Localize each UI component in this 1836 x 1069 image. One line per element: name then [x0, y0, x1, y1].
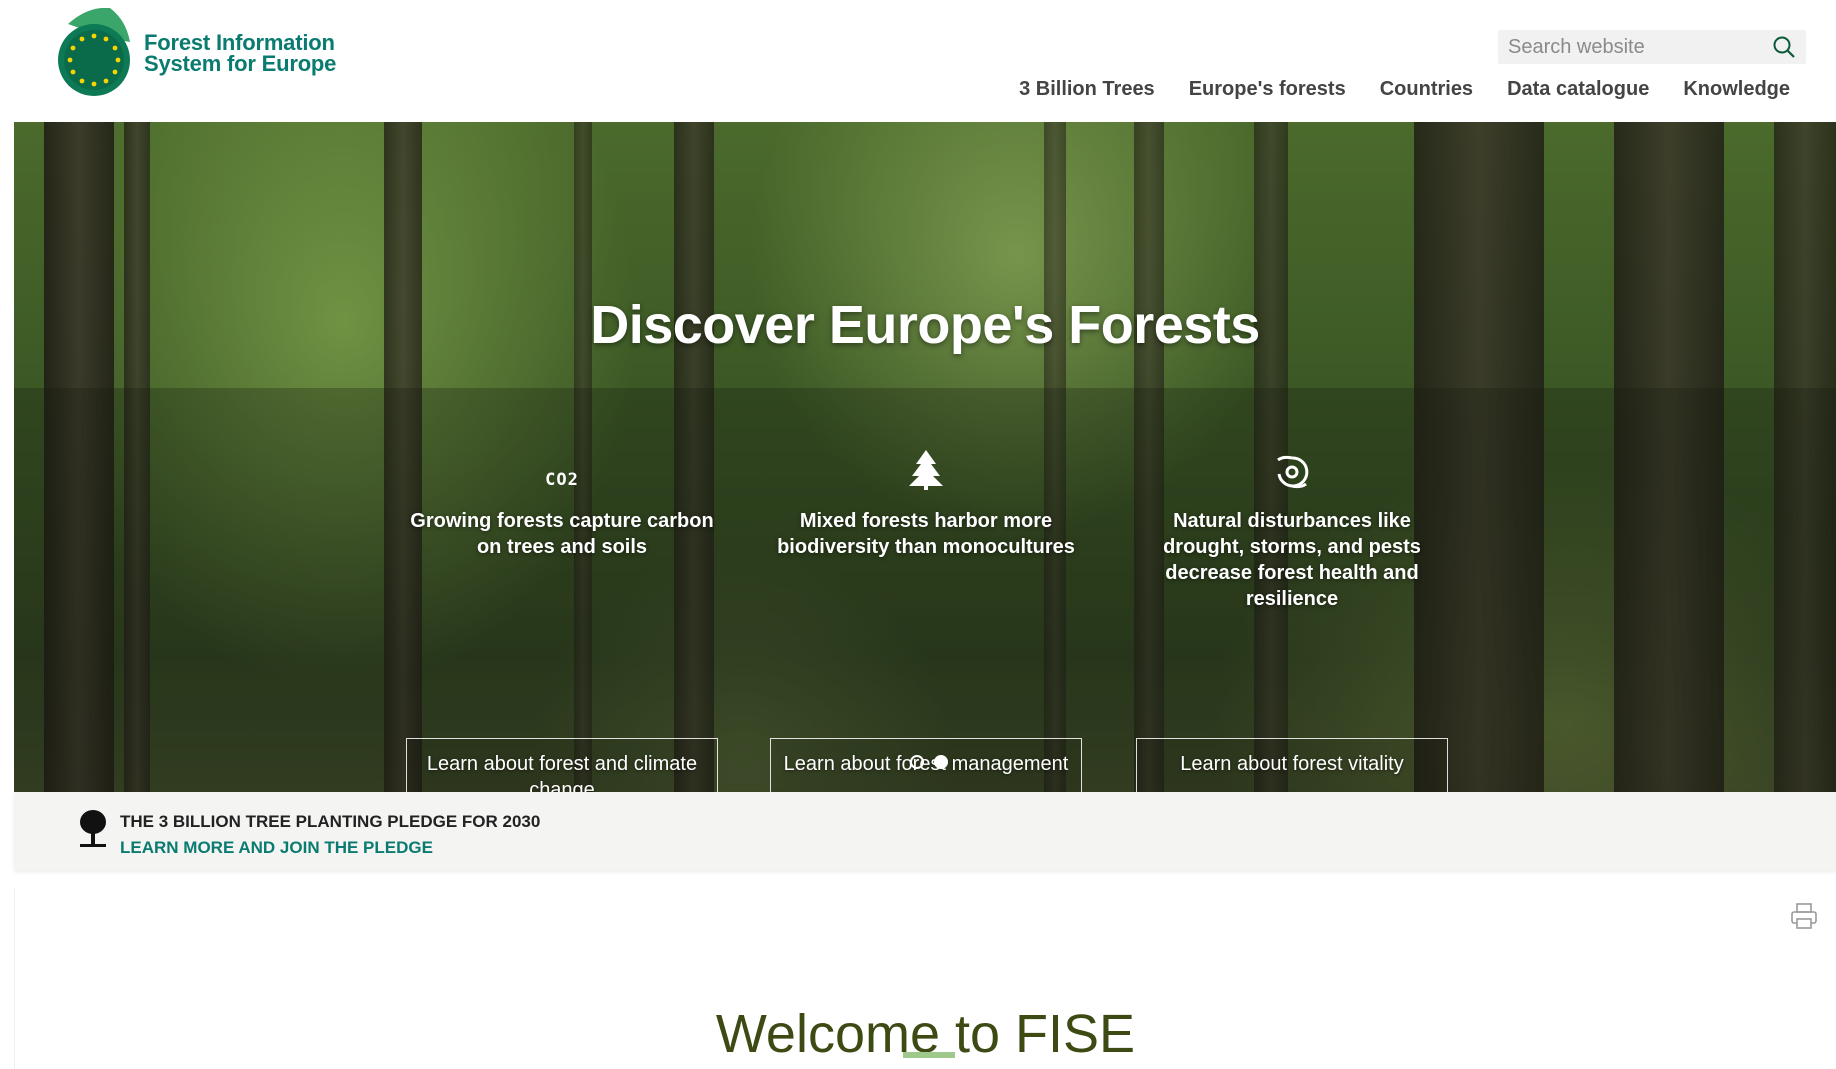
carousel-dot-2[interactable]	[934, 755, 948, 769]
search-icon[interactable]	[1772, 35, 1796, 59]
co2-icon: CO2	[402, 440, 722, 490]
storm-icon	[1277, 455, 1309, 489]
site-header: Forest Information System for Europe 3 B…	[0, 0, 1836, 122]
join-pledge-link[interactable]: LEARN MORE AND JOIN THE PLEDGE	[120, 838, 433, 858]
carousel-dots	[910, 755, 958, 769]
print-icon[interactable]	[1790, 902, 1818, 930]
logo-line-1: Forest Information	[144, 30, 335, 55]
feature-biodiversity-text: Mixed forests harbor more biodiversity t…	[777, 510, 1075, 558]
co2-icon-label: CO2	[545, 470, 579, 490]
hero-title: Discover Europe's Forests	[590, 295, 1260, 356]
nav-item-knowledge[interactable]: Knowledge	[1683, 78, 1790, 101]
main-nav: 3 Billion Trees Europe's forests Countri…	[985, 78, 1790, 101]
tree-pledge-icon	[80, 810, 106, 847]
nav-item-europes-forests[interactable]: Europe's forests	[1189, 78, 1346, 101]
carousel-dot-1[interactable]	[910, 755, 924, 769]
tree-icon	[909, 450, 943, 490]
pledge-banner: THE 3 BILLION TREE PLANTING PLEDGE FOR 2…	[14, 792, 1836, 870]
nav-item-countries[interactable]: Countries	[1380, 78, 1473, 101]
search-input[interactable]	[1498, 30, 1763, 64]
nav-item-3-billion-trees[interactable]: 3 Billion Trees	[1019, 78, 1155, 101]
site-logo[interactable]: Forest Information System for Europe	[48, 8, 336, 98]
learn-climate-change-button[interactable]: Learn about forest and climate change	[406, 738, 718, 792]
eu-forest-logo-icon	[58, 8, 130, 96]
logo-line-2: System for Europe	[144, 51, 337, 76]
logo-text: Forest Information System for Europe	[144, 30, 337, 76]
pledge-title: THE 3 BILLION TREE PLANTING PLEDGE FOR 2…	[120, 812, 541, 831]
feature-disturbances-text: Natural disturbances like drought, storm…	[1163, 510, 1421, 610]
feature-biodiversity: Mixed forests harbor more biodiversity t…	[766, 440, 1086, 792]
feature-disturbances: Natural disturbances like drought, storm…	[1132, 440, 1452, 792]
title-underline-accent	[903, 1052, 955, 1058]
feature-carbon-text: Growing forests capture carbon on trees …	[410, 510, 714, 558]
search-box	[1498, 30, 1806, 64]
learn-forest-vitality-button[interactable]: Learn about forest vitality	[1136, 738, 1448, 792]
main-content: Welcome to FISE	[14, 888, 1836, 1069]
hero-carousel: Discover Europe's Forests CO2 Growing fo…	[14, 122, 1836, 792]
nav-item-data-catalogue[interactable]: Data catalogue	[1507, 78, 1649, 101]
feature-carbon: CO2 Growing forests capture carbon on tr…	[402, 440, 722, 792]
